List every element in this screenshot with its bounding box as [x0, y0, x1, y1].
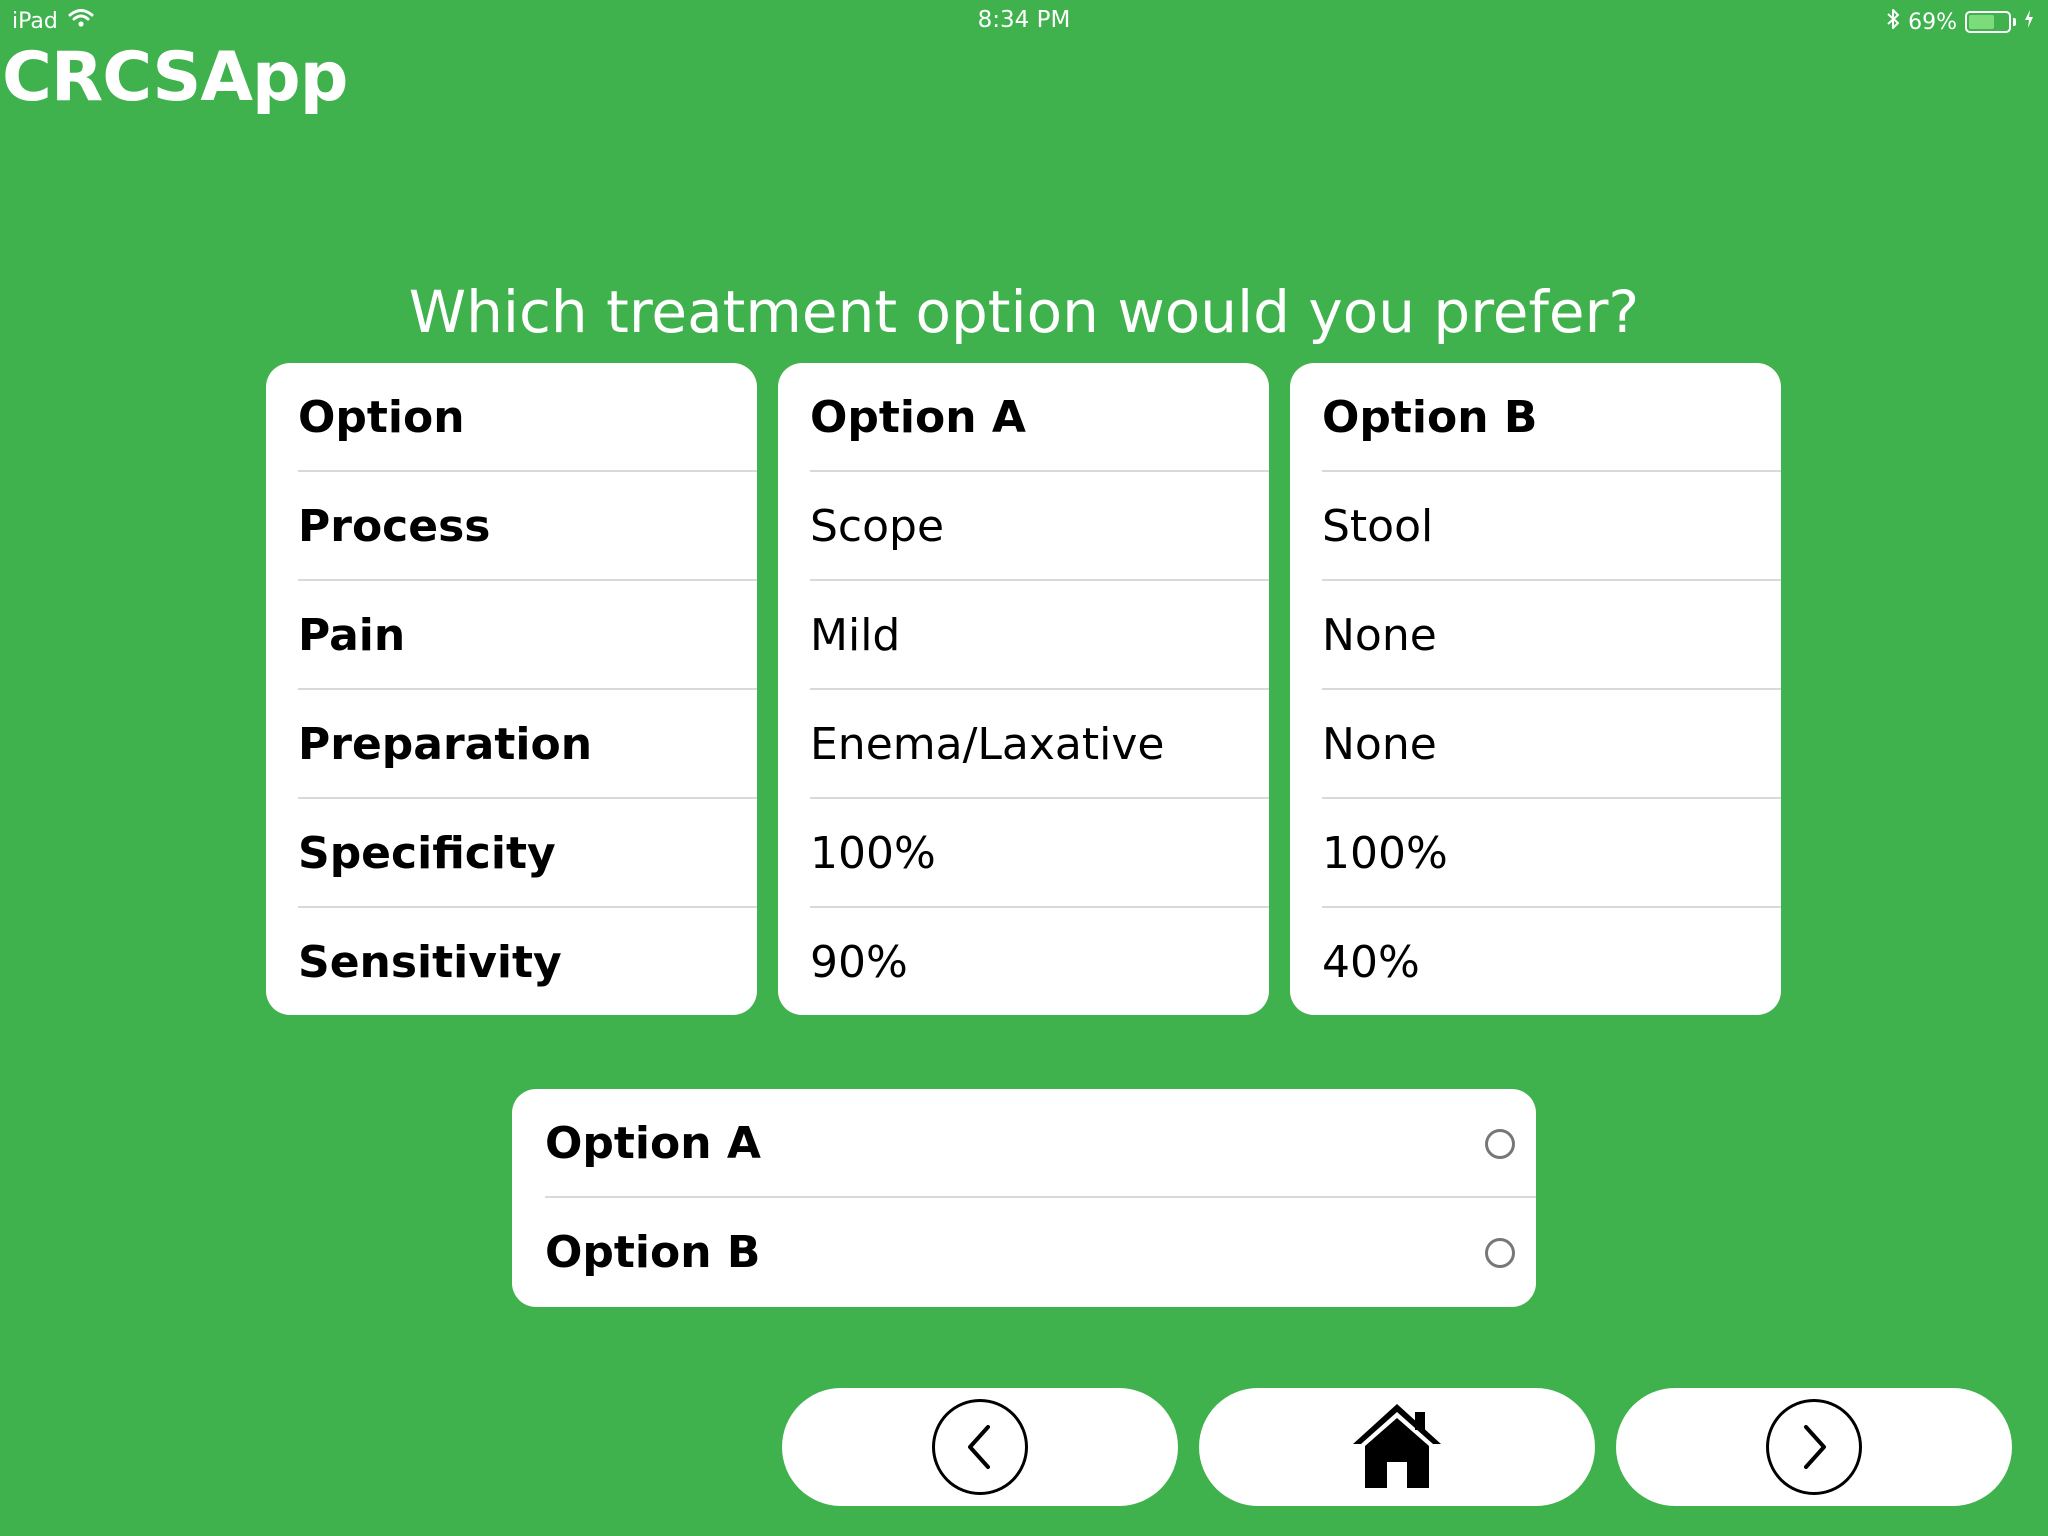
card-header: Option [266, 363, 757, 472]
card-header-label: Option B [1322, 392, 1538, 443]
card-row-value: 40% [1322, 937, 1420, 988]
screen: iPad 8:34 PM 69% CRCSApp Which treatment… [0, 0, 2048, 1536]
question-heading: Which treatment option would you prefer? [408, 278, 1640, 346]
card-row-value: None [1322, 719, 1437, 770]
status-time: 8:34 PM [977, 7, 1071, 33]
battery-icon [1965, 11, 2011, 33]
card-row-value: 100% [1322, 828, 1448, 879]
card-row: Enema/Laxative [778, 690, 1269, 799]
radio-button[interactable] [1485, 1129, 1515, 1159]
card-row: 100% [778, 799, 1269, 908]
card-row: Scope [778, 472, 1269, 581]
card-header: Option A [778, 363, 1269, 472]
card-row-value: 90% [810, 937, 908, 988]
card-row: None [1290, 581, 1781, 690]
chevron-right-icon [1766, 1399, 1862, 1495]
battery-fill [1969, 15, 1994, 29]
card-row: Stool [1290, 472, 1781, 581]
forward-button[interactable] [1616, 1388, 2012, 1506]
choice-label: Option A [545, 1118, 761, 1169]
choice-list: Option A Option B [512, 1089, 1536, 1307]
card-row: 90% [778, 908, 1269, 1015]
back-button[interactable] [782, 1388, 1178, 1506]
card-row: Specificity [266, 799, 757, 908]
card-header-label: Option A [810, 392, 1026, 443]
option-a-card: Option A Scope Mild Enema/Laxative 100% … [778, 363, 1269, 1015]
app-title: CRCSApp [2, 38, 348, 117]
battery-percent: 69% [1908, 9, 1957, 35]
card-row: 40% [1290, 908, 1781, 1015]
card-row: Mild [778, 581, 1269, 690]
card-row-value: Scope [810, 501, 945, 552]
bluetooth-icon [1886, 8, 1900, 36]
card-row: 100% [1290, 799, 1781, 908]
radio-button[interactable] [1485, 1238, 1515, 1268]
choice-option-b[interactable]: Option B [512, 1198, 1536, 1307]
card-header-label: Option [298, 392, 465, 443]
home-button[interactable] [1199, 1388, 1595, 1506]
card-row-label: Process [298, 501, 491, 552]
home-icon [1351, 1400, 1443, 1494]
card-row: Sensitivity [266, 908, 757, 1015]
choice-option-a[interactable]: Option A [512, 1089, 1536, 1198]
card-row: Preparation [266, 690, 757, 799]
chevron-left-icon [932, 1399, 1028, 1495]
card-row-label: Pain [298, 610, 406, 661]
option-b-card: Option B Stool None None 100% 40% [1290, 363, 1781, 1015]
card-header: Option B [1290, 363, 1781, 472]
card-row-value: Stool [1322, 501, 1434, 552]
card-row-value: 100% [810, 828, 936, 879]
attribute-card: Option Process Pain Preparation Specific… [266, 363, 757, 1015]
charging-icon [2024, 9, 2034, 35]
battery-tip [2013, 18, 2016, 26]
card-row: Process [266, 472, 757, 581]
card-row-label: Sensitivity [298, 937, 562, 988]
choice-label: Option B [545, 1227, 761, 1278]
card-row: Pain [266, 581, 757, 690]
card-row-label: Preparation [298, 719, 593, 770]
card-row-value: Mild [810, 610, 901, 661]
status-bar: iPad 8:34 PM 69% [0, 0, 2048, 40]
card-row: None [1290, 690, 1781, 799]
card-row-label: Specificity [298, 828, 556, 879]
card-row-value: None [1322, 610, 1437, 661]
status-right: 69% [1886, 8, 2034, 36]
card-row-value: Enema/Laxative [810, 719, 1165, 770]
